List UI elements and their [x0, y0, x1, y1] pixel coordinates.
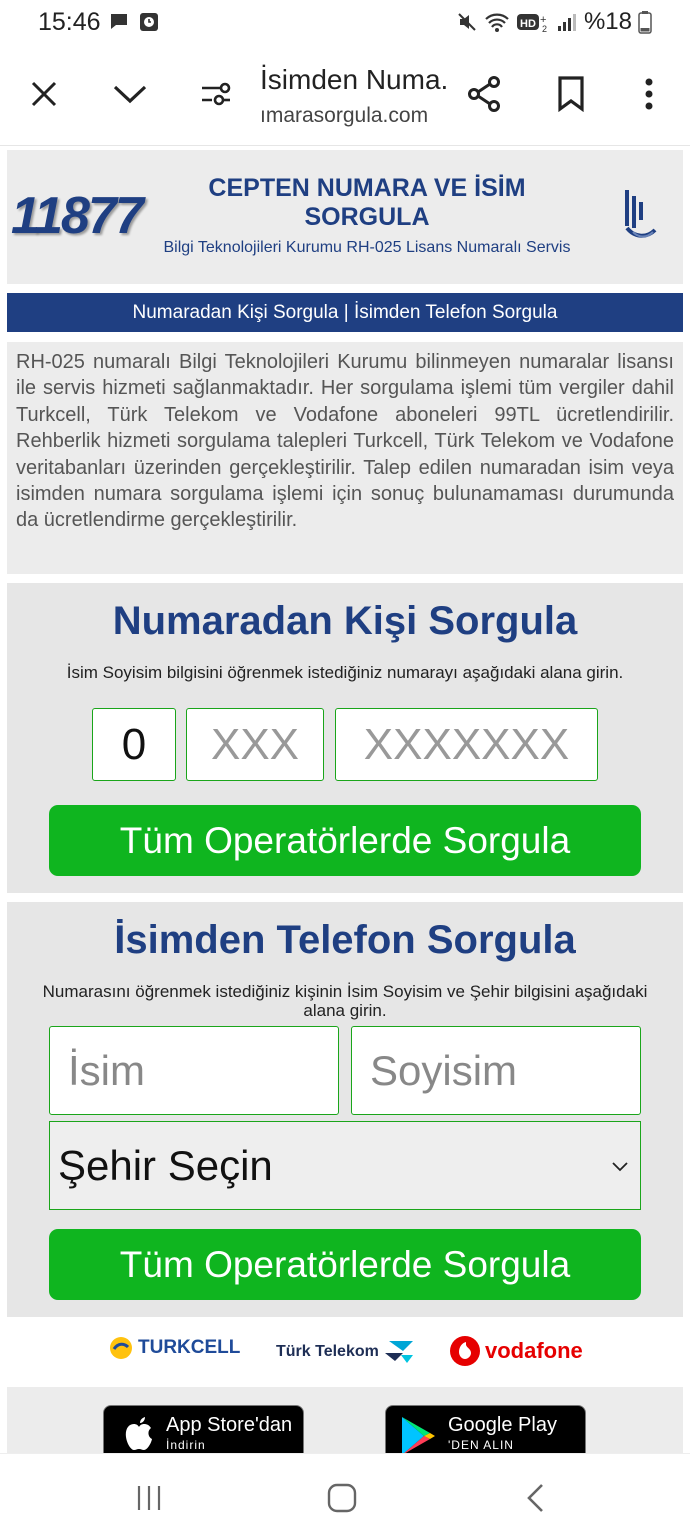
- name-search-description: Numarasını öğrenmek istediğiniz kişinin …: [42, 982, 648, 1020]
- app-store-main-text: App Store'dan: [166, 1414, 293, 1436]
- turk-telekom-logo: Türk Telekom: [276, 1335, 417, 1369]
- site-header: 11877 CEPTEN NUMARA VE İSİM SORGULA Bilg…: [7, 150, 683, 284]
- site-settings-icon[interactable]: [196, 74, 236, 114]
- svg-text:HD: HD: [520, 18, 536, 30]
- google-play-button[interactable]: Google Play 'DEN ALIN: [385, 1405, 586, 1453]
- vodafone-icon: [450, 1336, 480, 1366]
- share-icon[interactable]: [464, 74, 504, 114]
- back-icon[interactable]: [518, 1482, 554, 1514]
- bookmark-icon[interactable]: [551, 74, 591, 114]
- nav-link-name-search[interactable]: İsimden Telefon Sorgula: [354, 302, 558, 323]
- status-right: HD +2 %18: [456, 8, 652, 36]
- logo-number[interactable]: 11877: [11, 186, 144, 246]
- wifi-icon: [485, 13, 509, 32]
- notification-icons: [108, 11, 160, 33]
- google-play-sub-text: 'DEN ALIN: [448, 1438, 514, 1452]
- phone-prefix-input[interactable]: 0: [92, 708, 176, 781]
- phone-number-input[interactable]: XXXXXXX: [335, 708, 598, 781]
- status-time: 15:46: [38, 8, 101, 36]
- home-icon[interactable]: [324, 1482, 360, 1514]
- vodafone-text: vodafone: [485, 1338, 583, 1363]
- close-icon[interactable]: [24, 74, 64, 114]
- chevron-down-icon: [612, 1162, 628, 1172]
- info-text: RH-025 numaralı Bilgi Teknolojileri Kuru…: [7, 342, 683, 574]
- hd-voice-icon: HD +2: [516, 14, 547, 33]
- number-search-button[interactable]: Tüm Operatörlerde Sorgula: [49, 805, 641, 876]
- turk-telekom-icon: [384, 1341, 413, 1363]
- battery-percent: %18: [583, 8, 632, 35]
- status-bar: 15:46 HD +2 %18: [0, 0, 690, 46]
- signal-icon: [557, 14, 576, 31]
- name-search-button[interactable]: Tüm Operatörlerde Sorgula: [49, 1229, 641, 1300]
- store-badges: App Store'dan İndirin Google Play 'DEN A…: [7, 1387, 683, 1453]
- browser-toolbar: İsimden Numa... ımarasorgula.com: [0, 46, 690, 146]
- site-subtitle: Bilgi Teknolojileri Kurumu RH-025 Lisans…: [163, 239, 571, 256]
- google-play-main-text: Google Play: [448, 1414, 557, 1436]
- area-code-input[interactable]: XXX: [186, 708, 324, 781]
- chat-icon: [111, 14, 127, 29]
- recent-apps-icon[interactable]: [131, 1482, 167, 1514]
- web-page: 11877 CEPTEN NUMARA VE İSİM SORGULA Bilg…: [0, 147, 690, 1453]
- number-search-title: Numaradan Kişi Sorgula: [112, 599, 578, 643]
- more-icon[interactable]: [629, 74, 669, 114]
- nav-bar: Numaradan Kişi Sorgula | İsimden Telefon…: [7, 293, 683, 332]
- nav-separator: |: [338, 302, 354, 323]
- clock-icon: [140, 13, 158, 31]
- city-select-value: Şehir Seçin: [58, 1141, 273, 1189]
- battery-icon: [638, 11, 652, 34]
- name-search-section: İsimden Telefon Sorgula Numarasını öğren…: [7, 902, 683, 1317]
- google-play-icon: [402, 1417, 435, 1453]
- surname-input[interactable]: Soyisim: [351, 1026, 641, 1115]
- mute-icon: [458, 13, 476, 31]
- turkcell-text: TURKCELL: [138, 1337, 241, 1358]
- site-title: CEPTEN NUMARA VE İSİM SORGULA: [208, 174, 526, 231]
- apple-icon: [125, 1417, 152, 1450]
- app-store-button[interactable]: App Store'dan İndirin: [103, 1405, 304, 1453]
- name-search-title: İsimden Telefon Sorgula: [114, 918, 576, 962]
- btk-logo-icon: [625, 190, 657, 238]
- svg-text:2: 2: [542, 24, 547, 33]
- operators-strip: TURKCELL Türk Telekom vodafone: [0, 1319, 690, 1385]
- chevron-down-icon[interactable]: [110, 74, 150, 114]
- system-navigation-bar: [0, 1453, 690, 1538]
- url-domain[interactable]: ımarasorgula.com: [260, 104, 428, 128]
- city-select[interactable]: Şehir Seçin: [49, 1121, 641, 1210]
- number-search-description: İsim Soyisim bilgisini öğrenmek istediği…: [66, 663, 624, 682]
- app-store-sub-text: İndirin: [166, 1438, 206, 1452]
- number-search-section: Numaradan Kişi Sorgula İsim Soyisim bilg…: [7, 583, 683, 893]
- turkcell-icon: [110, 1337, 132, 1359]
- turkcell-logo: TURKCELL: [108, 1335, 240, 1361]
- vodafone-logo: vodafone: [449, 1335, 583, 1367]
- nav-link-number-search[interactable]: Numaradan Kişi Sorgula: [133, 302, 339, 323]
- name-input[interactable]: İsim: [49, 1026, 339, 1115]
- tab-title[interactable]: İsimden Numa...: [260, 64, 450, 96]
- turk-telekom-text: Türk Telekom: [276, 1343, 379, 1360]
